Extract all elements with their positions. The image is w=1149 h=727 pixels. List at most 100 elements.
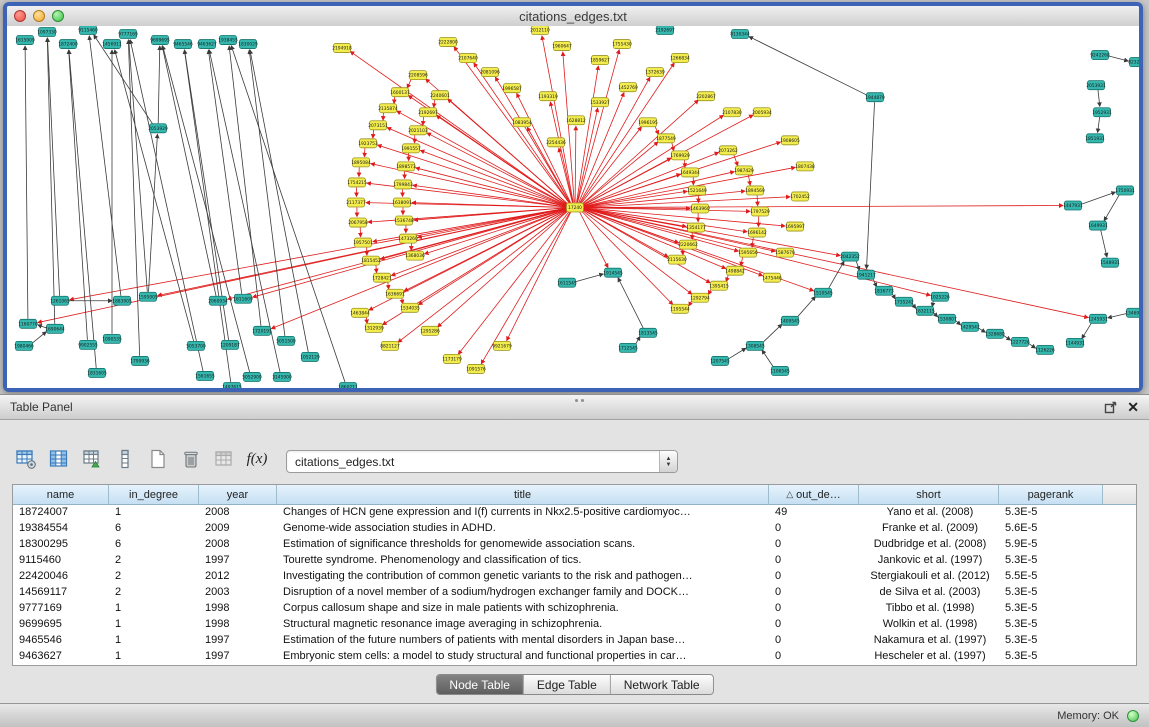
graph-edge[interactable]: [434, 99, 435, 107]
graph-node[interactable]: 1534035: [400, 303, 420, 312]
graph-node[interactable]: 1052129: [300, 352, 320, 361]
graph-edge[interactable]: [407, 79, 411, 88]
table-cell[interactable]: 5.6E-5: [999, 521, 1103, 537]
graph-node[interactable]: 1456911: [102, 40, 122, 49]
graph-node[interactable]: 1447931: [1063, 201, 1083, 210]
table-cell[interactable]: 5.5E-5: [999, 569, 1103, 585]
graph-edge[interactable]: [1101, 230, 1107, 257]
graph-node[interactable]: 9115460: [78, 26, 98, 35]
table-cell[interactable]: 18300295: [13, 537, 109, 553]
graph-node[interactable]: 1429542: [960, 322, 980, 331]
network-canvas[interactable]: 1615009109733018724009115460145691197771…: [7, 26, 1139, 388]
graph-node[interactable]: 2081096: [480, 68, 500, 77]
table-cell[interactable]: 49: [769, 505, 859, 521]
graph-node[interactable]: 1354177: [686, 223, 706, 232]
graph-node[interactable]: 2053929: [148, 124, 168, 133]
graph-edge[interactable]: [397, 111, 567, 205]
table-row[interactable]: 2242004622012Investigating the contribut…: [13, 569, 1136, 585]
table-cell[interactable]: 2: [109, 569, 199, 585]
graph-node[interactable]: 1160770: [18, 319, 38, 328]
graph-node[interactable]: 5052900: [242, 372, 262, 381]
graph-edge[interactable]: [856, 260, 859, 270]
show-columns-button[interactable]: [45, 445, 73, 473]
graph-node[interactable]: 1987429: [734, 166, 754, 175]
network-view-window[interactable]: citations_edges.txt 16150091097330187240…: [3, 2, 1143, 392]
graph-node[interactable]: 1815452: [361, 256, 381, 265]
graph-edge[interactable]: [128, 40, 139, 356]
tab-edge-table[interactable]: Edge Table: [524, 675, 611, 694]
graph-node[interactable]: 9465546: [173, 40, 193, 49]
merge-table-button[interactable]: [210, 445, 238, 473]
graph-node[interactable]: 1497615: [222, 382, 242, 388]
graph-node[interactable]: 2107640: [458, 54, 478, 63]
table-row[interactable]: 946362711997Embryonic stem cells: a mode…: [13, 649, 1136, 665]
graph-node[interactable]: 1126226: [1035, 345, 1055, 354]
table-row[interactable]: 977716911998Corpus callosum shape and si…: [13, 601, 1136, 617]
graph-node[interactable]: 2073262: [718, 146, 738, 155]
table-cell[interactable]: Hescheler et al. (1997): [859, 649, 999, 665]
table-cell[interactable]: 18724007: [13, 505, 109, 521]
table-row[interactable]: 1456911722003Disruption of a novel membe…: [13, 585, 1136, 601]
import-table-button[interactable]: [78, 445, 106, 473]
table-cell[interactable]: 0: [769, 633, 859, 649]
column-header-short[interactable]: short: [859, 485, 999, 505]
table-cell[interactable]: 0: [769, 649, 859, 665]
float-panel-button[interactable]: [1104, 401, 1117, 414]
table-cell[interactable]: 1: [109, 601, 199, 617]
graph-node[interactable]: 1799936: [130, 356, 150, 365]
graph-node[interactable]: 1938455: [218, 36, 238, 45]
table-cell[interactable]: Embryonic stem cells: a model to study s…: [277, 649, 769, 665]
graph-node[interactable]: 1209187: [220, 340, 240, 349]
table-row[interactable]: 969969511998Structural magnetic resonanc…: [13, 617, 1136, 633]
table-cell[interactable]: 1997: [199, 633, 277, 649]
graph-node[interactable]: 2192697: [655, 26, 675, 35]
graph-node[interactable]: 9463627: [197, 40, 217, 49]
table-cell[interactable]: 5.3E-5: [999, 585, 1103, 601]
graph-edge[interactable]: [481, 212, 570, 364]
graph-node[interactable]: 1799843: [393, 180, 413, 189]
table-cell[interactable]: 0: [769, 601, 859, 617]
table-cell[interactable]: 1997: [199, 649, 277, 665]
graph-node[interactable]: 1895084: [351, 158, 371, 167]
panel-splitter-grip[interactable]: [575, 399, 578, 402]
graph-node[interactable]: 1312939: [364, 323, 384, 332]
table-cell[interactable]: 5.3E-5: [999, 553, 1103, 569]
table-cell[interactable]: 22420046: [13, 569, 109, 585]
graph-node[interactable]: 1295286: [420, 326, 440, 335]
table-cell[interactable]: de Silva et al. (2003): [859, 585, 999, 601]
graph-node[interactable]: 1227726: [1010, 337, 1030, 346]
table-mode-button[interactable]: [12, 445, 40, 473]
graph-node[interactable]: 1632115: [915, 306, 935, 315]
graph-node[interactable]: 1473260: [398, 234, 418, 243]
graph-node[interactable]: 5051500: [276, 336, 296, 345]
graph-node[interactable]: 1328680: [985, 329, 1005, 338]
graph-node[interactable]: 2073151: [368, 121, 388, 130]
graph-node[interactable]: 1600137: [390, 88, 410, 97]
column-header-out_de[interactable]: △out_de…: [769, 485, 859, 505]
graph-edge[interactable]: [797, 297, 816, 318]
zoom-window-button[interactable]: [52, 10, 64, 22]
table-cell[interactable]: 0: [769, 521, 859, 537]
graph-edge[interactable]: [584, 191, 745, 207]
graph-edge[interactable]: [618, 278, 643, 329]
graph-node[interactable]: 1720191: [252, 326, 272, 335]
graph-node[interactable]: 1649344: [680, 168, 700, 177]
graph-edge[interactable]: [563, 52, 574, 202]
table-cell[interactable]: 2: [109, 553, 199, 569]
graph-edge[interactable]: [728, 348, 746, 359]
graph-edge[interactable]: [752, 237, 753, 247]
tab-node-table[interactable]: Node Table: [436, 675, 524, 694]
graph-node[interactable]: 1498842: [725, 266, 745, 275]
graph-edge[interactable]: [1082, 322, 1092, 338]
column-header-in_degree[interactable]: in_degree: [109, 485, 199, 505]
graph-node[interactable]: 1923753: [358, 139, 378, 148]
graph-node[interactable]: 2135874: [378, 104, 398, 113]
table-cell[interactable]: 2009: [199, 521, 277, 537]
graph-edge[interactable]: [749, 37, 867, 96]
table-cell[interactable]: Tourette syndrome. Phenomenology and cla…: [277, 553, 769, 569]
table-cell[interactable]: Corpus callosum shape and size in male p…: [277, 601, 769, 617]
graph-edge[interactable]: [229, 46, 261, 326]
graph-edge[interactable]: [69, 50, 96, 368]
graph-node[interactable]: 1860211: [338, 382, 358, 388]
graph-node[interactable]: 1595656: [738, 248, 758, 257]
